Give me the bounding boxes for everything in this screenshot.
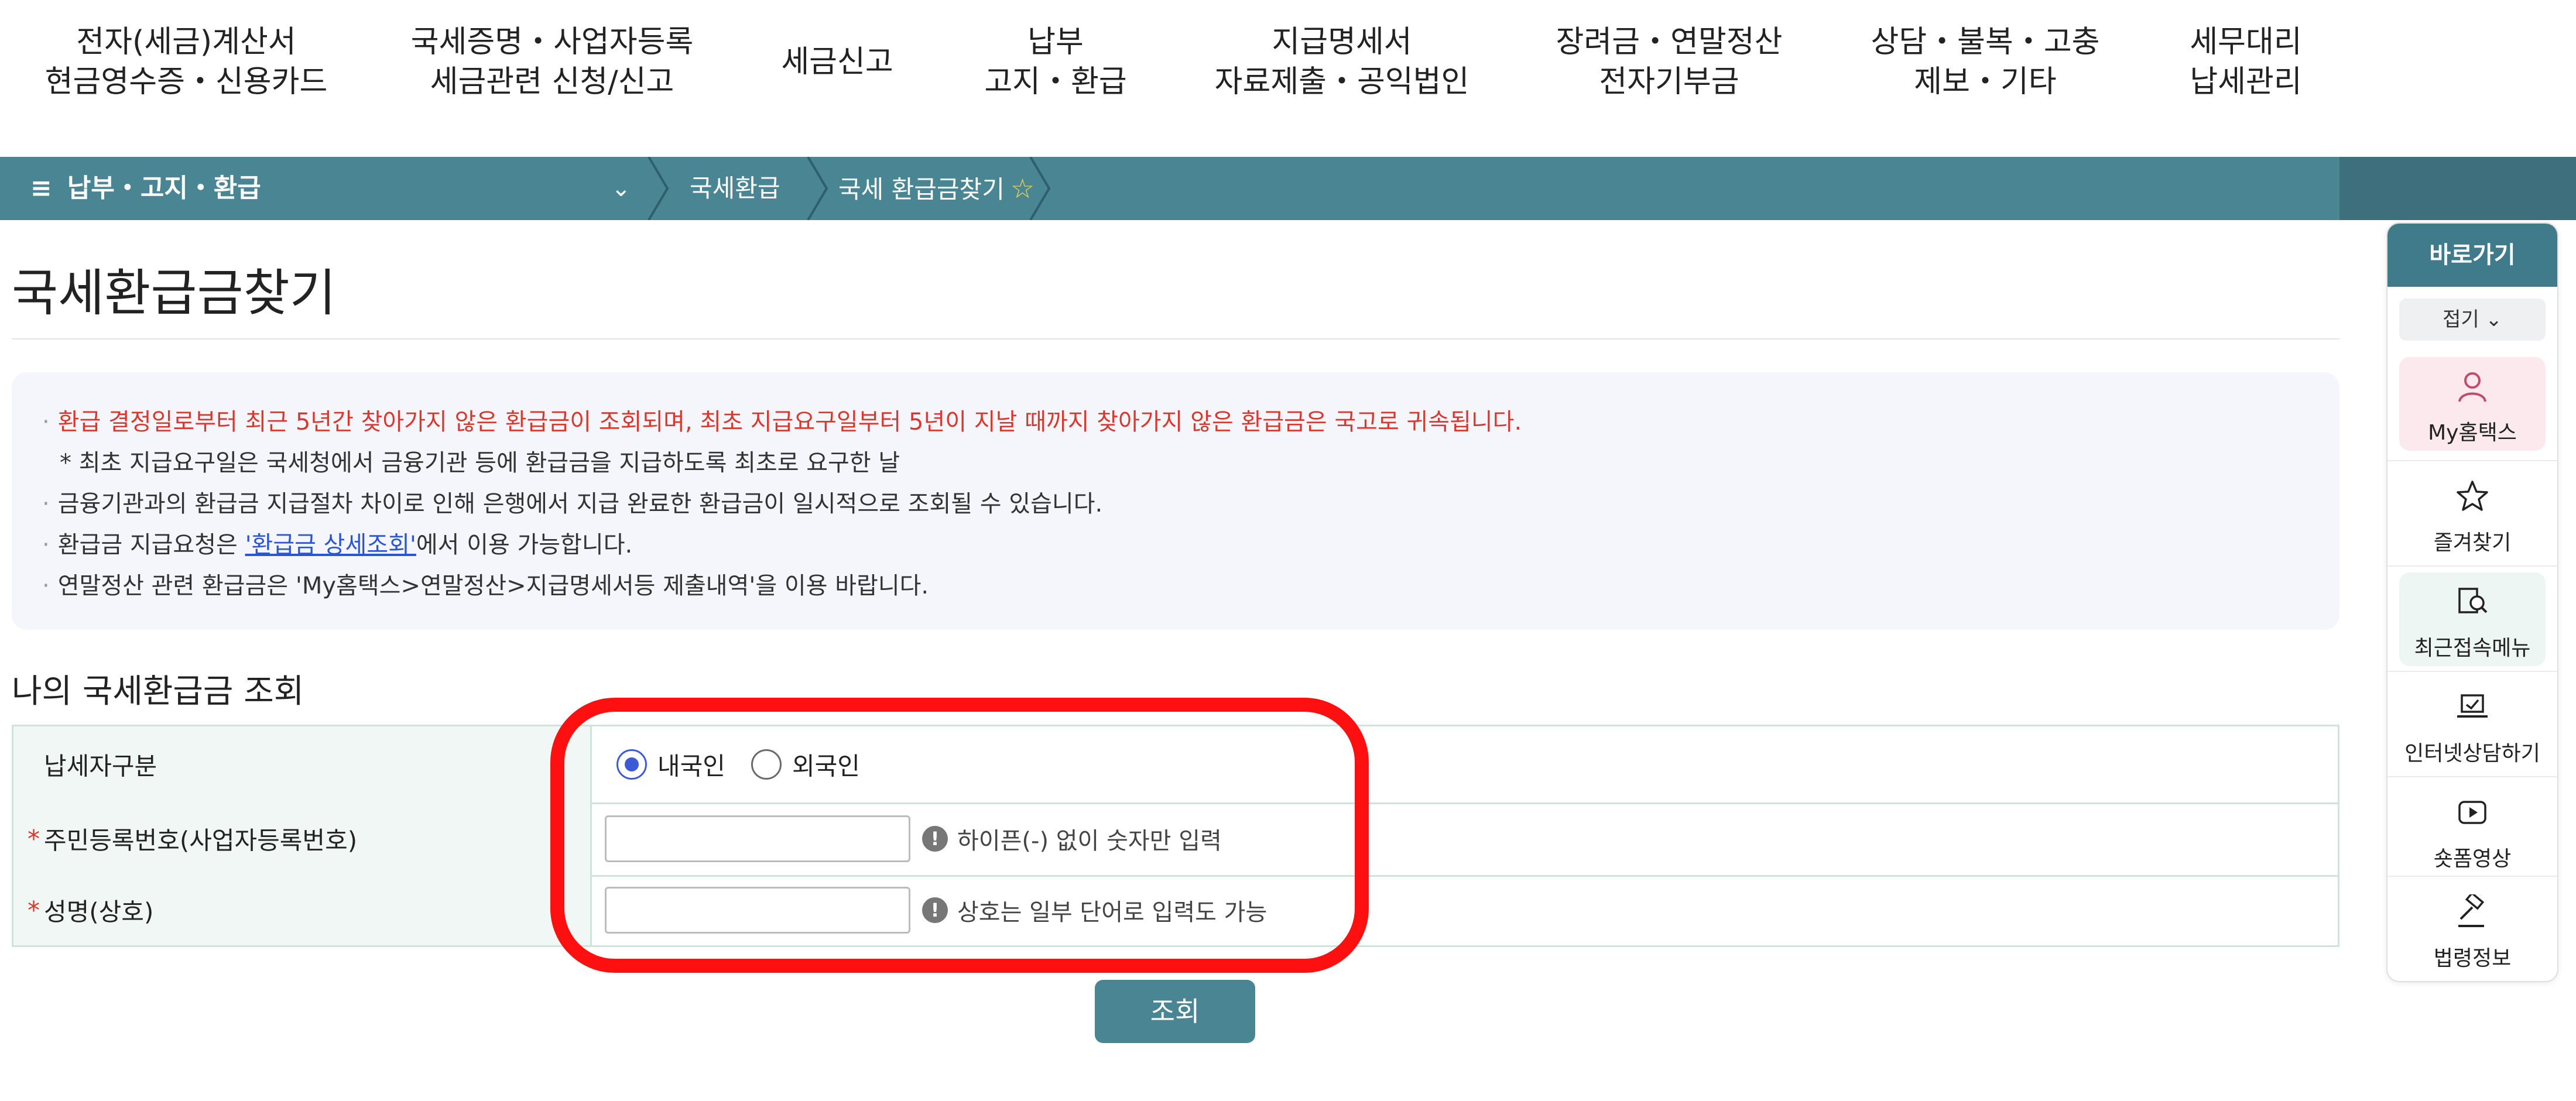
star-icon — [2457, 481, 2488, 511]
hamburger-icon: ≡ — [30, 173, 52, 203]
name-input[interactable] — [605, 887, 910, 934]
nav-item-incentive[interactable]: 장려금・연말정산 전자기부금 — [1556, 22, 1783, 102]
quick-item-shorts[interactable]: 숏폼영상 — [2387, 776, 2557, 883]
form-row-registration-number: * 주민등록번호(사업자등록번호) ! 하이픈(-) 없이 숫자만 입력 — [13, 802, 2338, 877]
form-row-taxpayer-type: 납세자구분 내국인 외국인 — [13, 726, 2338, 804]
nav-item-payment[interactable]: 납부 고지・환급 — [984, 22, 1126, 102]
breadcrumb-separator-icon — [1029, 157, 1051, 220]
radio-domestic[interactable] — [616, 749, 647, 780]
quick-item-favorites[interactable]: 즐겨찾기 — [2387, 460, 2557, 567]
fold-button[interactable]: 접기 ⌄ — [2399, 299, 2546, 341]
top-navigation: 전자(세금)계산서 현금영수증・신용카드 국세증명・사업자등록 세금관련 신청/… — [0, 0, 2576, 157]
breadcrumb-bar: ≡ 납부・고지・환급 ⌄ 국세환급 국세 환급금찾기 ☆ — [0, 157, 2576, 220]
nav-item-tax-agent[interactable]: 세무대리 납세관리 — [2190, 22, 2301, 102]
info-icon: ! — [922, 826, 948, 852]
notice-line: · 금융기관과의 환급금 지급절차 차이로 인해 은행에서 지급 완료한 환급금이… — [42, 491, 1103, 517]
breadcrumb-item-refund[interactable]: 국세환급 — [690, 157, 780, 220]
laptop-chat-icon — [2457, 694, 2488, 718]
radio-foreign-label[interactable]: 외국인 — [792, 747, 860, 783]
quick-menu-panel: 바로가기 접기 ⌄ My홈택스 즐겨찾기 최근접속메뉴 인터넷상담하기 숏폼영상… — [2386, 222, 2558, 982]
notice-box: · 환급 결정일로부터 최근 5년간 찾아가지 않은 환급금이 조회되며, 최초 … — [12, 372, 2339, 630]
breadcrumb-separator-icon — [648, 157, 669, 220]
recent-menu-icon — [2458, 588, 2488, 613]
page-title: 국세환급금찾기 — [12, 264, 336, 323]
breadcrumb-menu-select[interactable]: ≡ 납부・고지・환급 — [30, 157, 261, 220]
nav-item-statement[interactable]: 지급명세서 자료제출・공익법인 — [1215, 22, 1469, 102]
search-button[interactable]: 조회 — [1095, 980, 1255, 1043]
radio-foreign[interactable] — [751, 749, 782, 780]
breadcrumb-separator-icon — [807, 157, 828, 220]
refund-detail-link[interactable]: '환급금 상세조회' — [245, 531, 416, 558]
notice-line: * 최초 지급요구일은 국세청에서 금융기관 등에 환급금을 지급하도록 최초로… — [60, 450, 900, 476]
quick-item-recent-menu[interactable]: 최근접속메뉴 — [2387, 565, 2557, 672]
form-label: * 주민등록번호(사업자등록번호) — [13, 802, 592, 875]
form-label: * 성명(상호) — [13, 875, 592, 945]
quick-item-online-consult[interactable]: 인터넷상담하기 — [2387, 671, 2557, 777]
notice-line: · 연말정산 관련 환급금은 'My홈택스>연말정산>지급명세서등 제출내역'을 … — [42, 572, 929, 599]
registration-number-hint: 하이픈(-) 없이 숫자만 입력 — [957, 828, 1222, 855]
required-mark: * — [28, 824, 40, 853]
refund-search-form: 납세자구분 내국인 외국인 * 주민등록번호(사업자등록번호) ! 하이픈(-)… — [12, 725, 2339, 947]
notice-line: · 환급금 지급요청은 '환급금 상세조회'에서 이용 가능합니다. — [42, 531, 633, 558]
breadcrumb-item-current[interactable]: 국세 환급금찾기 ☆ — [838, 157, 1034, 220]
nav-item-tax-filing[interactable]: 세금신고 — [781, 42, 893, 82]
form-row-name: * 성명(상호) ! 상호는 일부 단어로 입력도 가능 — [13, 875, 2338, 945]
info-icon: ! — [922, 897, 948, 923]
gavel-icon — [2458, 894, 2485, 927]
nav-item-consult[interactable]: 상담・불복・고충 제보・기타 — [1871, 22, 2099, 102]
person-icon — [2458, 372, 2486, 402]
title-divider — [12, 338, 2339, 339]
chevron-down-icon[interactable]: ⌄ — [611, 157, 631, 220]
quick-item-my-hometax[interactable]: My홈택스 — [2387, 351, 2557, 457]
radio-domestic-label[interactable]: 내국인 — [657, 747, 725, 783]
quick-menu-title: 바로가기 — [2387, 224, 2557, 287]
breadcrumb-bar-end — [2339, 157, 2576, 220]
registration-number-input[interactable] — [605, 815, 910, 862]
notice-line: · 환급 결정일로부터 최근 5년간 찾아가지 않은 환급금이 조회되며, 최초 … — [42, 409, 1522, 435]
form-label: 납세자구분 — [13, 726, 592, 802]
required-mark: * — [28, 896, 40, 925]
play-icon — [2458, 801, 2486, 824]
quick-item-law-info[interactable]: 법령정보 — [2387, 876, 2557, 981]
nav-item-einvoice[interactable]: 전자(세금)계산서 현금영수증・신용카드 — [45, 22, 328, 102]
name-hint: 상호는 일부 단어로 입력도 가능 — [957, 899, 1268, 926]
section-title: 나의 국세환급금 조회 — [12, 673, 304, 711]
nav-item-certificate[interactable]: 국세증명・사업자등록 세금관련 신청/신고 — [411, 22, 694, 102]
